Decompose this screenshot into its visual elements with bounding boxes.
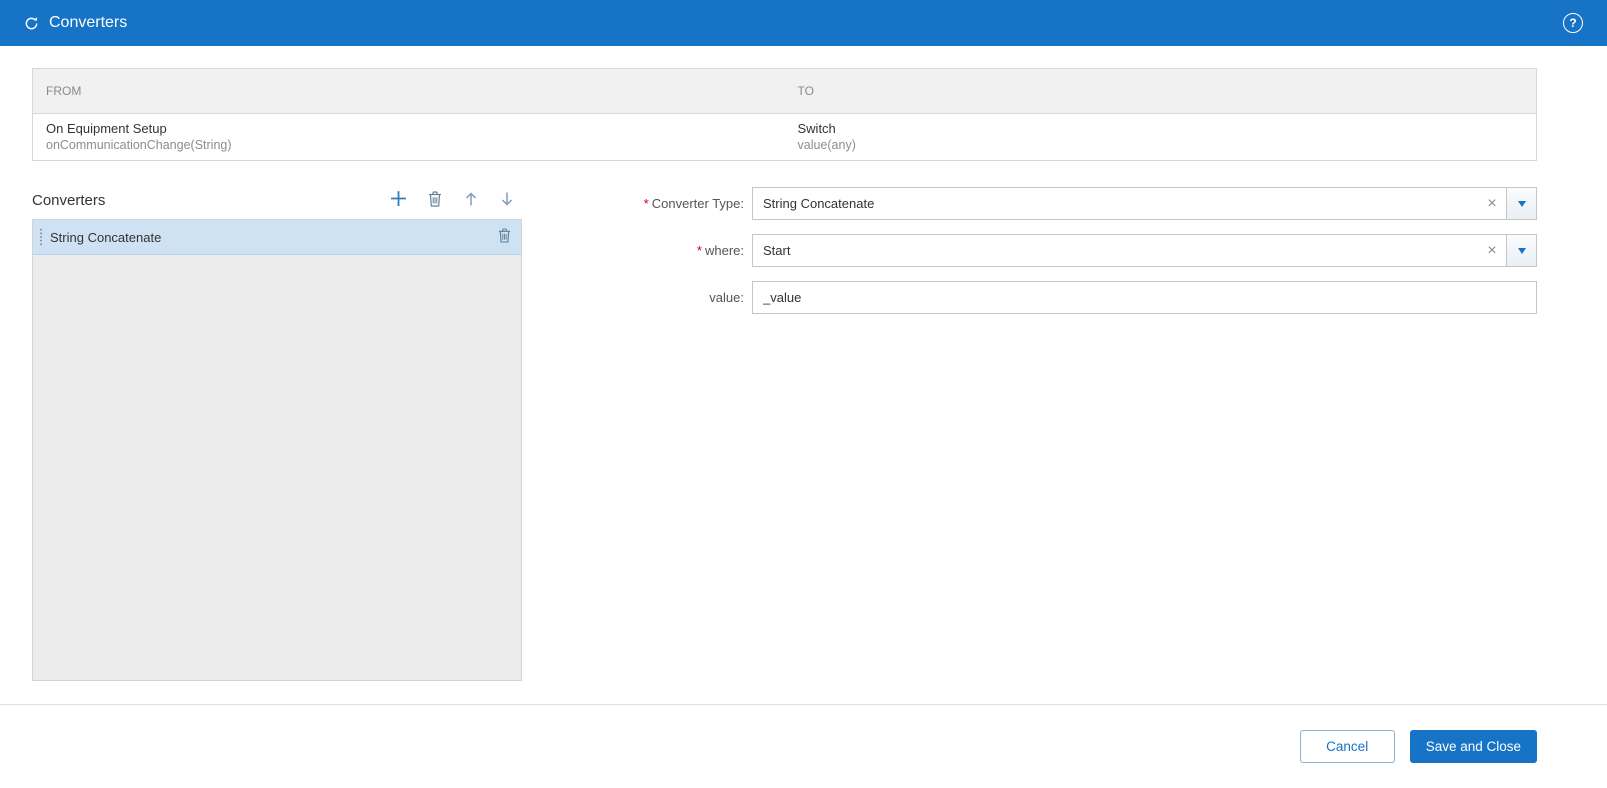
clear-icon[interactable]: × [1478,188,1506,219]
plus-icon [390,190,407,210]
converters-panel-title: Converters [32,192,105,209]
form-row-where: *where: × [522,234,1537,267]
dropdown-button[interactable] [1506,188,1536,219]
required-marker: * [697,243,702,258]
delete-item-button[interactable] [488,228,521,246]
help-icon[interactable]: ? [1563,13,1583,33]
form-row-converter-type: *Converter Type: × [522,187,1537,220]
where-label: *where: [522,243,752,258]
value-input[interactable] [753,282,1536,313]
save-and-close-button[interactable]: Save and Close [1410,730,1537,763]
from-event-name: On Equipment Setup [46,121,772,136]
list-item-label: String Concatenate [48,230,488,245]
value-field [752,281,1537,314]
dialog-header: Converters ? [0,0,1607,46]
trash-icon [498,228,511,246]
column-header-from: FROM [33,84,785,98]
where-input[interactable] [753,235,1478,266]
cancel-button[interactable]: Cancel [1300,730,1395,763]
converters-panel: Converters [32,187,522,681]
arrow-up-icon [463,191,479,210]
converter-type-input[interactable] [753,188,1478,219]
dropdown-button[interactable] [1506,235,1536,266]
binding-table: FROM TO On Equipment Setup onCommunicati… [32,68,1537,161]
from-event-signature: onCommunicationChange(String) [46,138,772,152]
where-combo: × [752,234,1537,267]
arrow-down-icon [499,191,515,210]
from-cell: On Equipment Setup onCommunicationChange… [33,121,785,152]
required-marker: * [644,196,649,211]
converter-form: *Converter Type: × *where: × value: [522,187,1537,681]
to-target-signature: value(any) [798,138,1524,152]
clear-icon[interactable]: × [1478,235,1506,266]
add-converter-button[interactable] [389,191,408,210]
dialog-title: Converters [49,14,127,32]
to-cell: Switch value(any) [785,121,1537,152]
converters-list[interactable]: String Concatenate [32,219,522,681]
value-label: value: [522,290,752,305]
converters-toolbar [389,191,522,210]
converter-type-label: *Converter Type: [522,196,752,211]
table-row[interactable]: On Equipment Setup onCommunicationChange… [33,114,1536,160]
trash-icon [428,191,442,210]
dialog-footer: Cancel Save and Close [0,704,1607,788]
dialog-content: FROM TO On Equipment Setup onCommunicati… [0,46,1607,704]
converter-type-combo: × [752,187,1537,220]
converters-icon [24,16,39,31]
move-down-button[interactable] [497,191,516,210]
column-header-to: TO [785,84,1537,98]
chevron-down-icon [1518,201,1526,207]
converters-panel-header: Converters [32,187,522,213]
list-item[interactable]: String Concatenate [33,220,521,255]
form-row-value: value: [522,281,1537,314]
to-target-name: Switch [798,121,1524,136]
drag-handle-icon[interactable] [33,220,48,254]
move-up-button[interactable] [461,191,480,210]
delete-converter-button[interactable] [425,191,444,210]
chevron-down-icon [1518,248,1526,254]
main-row: Converters [32,187,1537,681]
binding-table-header: FROM TO [33,69,1536,114]
